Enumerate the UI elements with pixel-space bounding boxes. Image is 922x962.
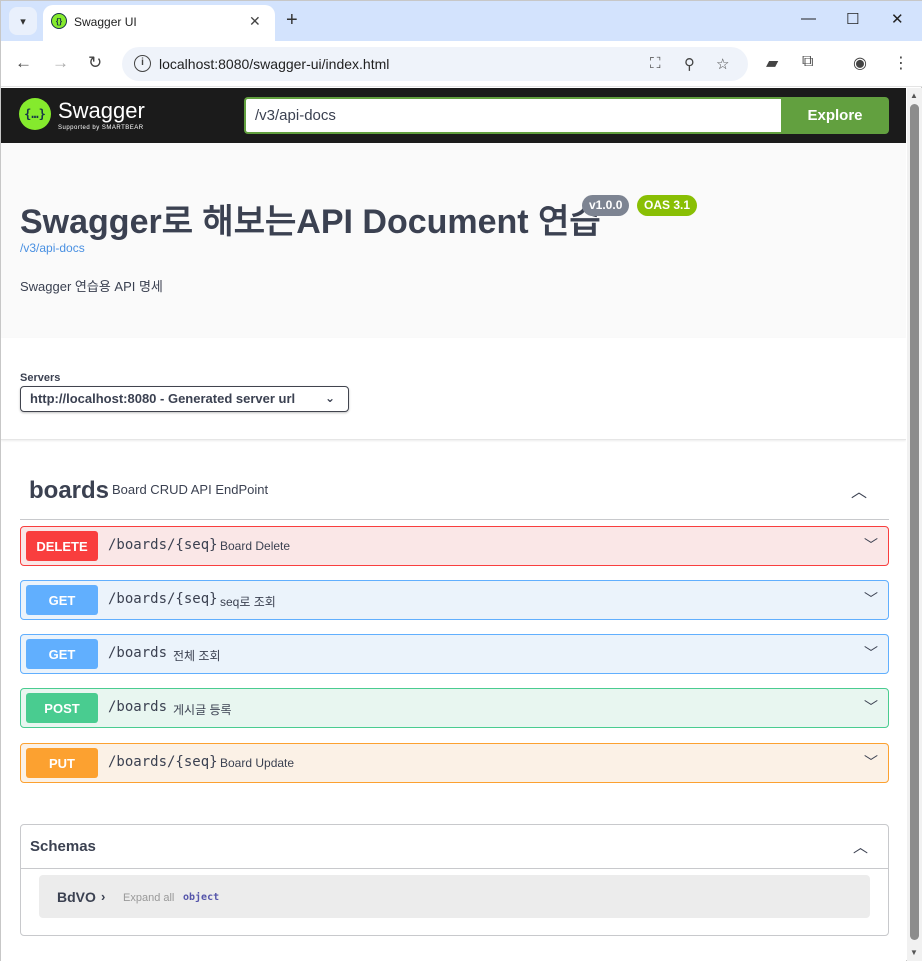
api-description: Swagger 연습용 API 명세: [20, 279, 163, 294]
profile-icon[interactable]: ◉: [853, 53, 867, 73]
servers-select[interactable]: http://localhost:8080 - Generated server…: [20, 386, 349, 412]
operation-path: /boards: [108, 645, 168, 661]
menu-kebab-icon[interactable]: ⋮: [893, 53, 909, 73]
chevron-right-icon[interactable]: ›: [101, 889, 105, 904]
schemas-section: Schemas ︿ BdVO › Expand all object: [20, 824, 889, 936]
operation-summary: Board Delete: [220, 539, 291, 553]
address-bar[interactable]: i localhost:8080/swagger-ui/index.html ⛶…: [122, 47, 748, 81]
tag-name: boards: [29, 477, 110, 504]
chevron-down-icon[interactable]: ﹀: [864, 589, 878, 609]
chevron-down-icon[interactable]: ﹀: [864, 643, 878, 663]
operation-get-boards[interactable]: GET /boards 전체 조회 ﹀: [20, 634, 889, 674]
tab-search-button[interactable]: ▾: [9, 7, 37, 35]
translate-icon[interactable]: ⛶: [650, 55, 661, 72]
browser-toolbar: ← → ↻ i localhost:8080/swagger-ui/index.…: [1, 41, 922, 87]
page-content: {…} Swagger Supported by SMARTBEAR /v3/a…: [1, 88, 906, 962]
expand-all-link[interactable]: Expand all: [123, 892, 174, 904]
explore-button[interactable]: Explore: [781, 97, 889, 134]
forward-arrow-icon[interactable]: →: [52, 53, 69, 73]
info-section: Swagger로 해보는API Document 연습 v1.0.0 OAS 3…: [1, 143, 906, 338]
back-arrow-icon[interactable]: ←: [15, 53, 32, 73]
operation-path: /boards: [108, 699, 168, 715]
reload-icon[interactable]: ↻: [88, 53, 102, 73]
operation-path: /boards/{seq}: [108, 591, 218, 607]
browser-tab[interactable]: {} Swagger UI ✕: [43, 5, 275, 41]
operation-post-boards[interactable]: POST /boards 게시글 등록 ﹀: [20, 688, 889, 728]
minimize-icon[interactable]: —: [801, 10, 816, 27]
servers-section: Servers http://localhost:8080 - Generate…: [1, 338, 906, 440]
close-window-icon[interactable]: ✕: [891, 10, 904, 28]
chevron-down-icon[interactable]: ﹀: [864, 535, 878, 555]
scroll-thumb[interactable]: [910, 104, 919, 940]
chevron-down-icon[interactable]: ﹀: [864, 752, 878, 772]
operation-get-board[interactable]: GET /boards/{seq} seq로 조회 ﹀: [20, 580, 889, 620]
scroll-up-arrow-icon[interactable]: ▲: [910, 91, 918, 100]
tag-description: Board CRUD API EndPoint: [112, 482, 269, 497]
model-type: object: [183, 892, 220, 903]
tab-title: Swagger UI: [74, 15, 137, 29]
oas-badge: OAS 3.1: [637, 195, 698, 216]
zoom-icon[interactable]: ⚲: [684, 55, 695, 73]
extension-app-icon[interactable]: ▰: [766, 53, 778, 73]
site-info-icon[interactable]: i: [134, 55, 151, 72]
logo-wordmark: Swagger: [58, 98, 145, 123]
method-badge: PUT: [26, 748, 98, 778]
model-bdvo[interactable]: BdVO › Expand all object: [39, 875, 870, 918]
operation-summary: Board Update: [220, 756, 295, 770]
scroll-down-arrow-icon[interactable]: ▼: [910, 948, 918, 957]
operation-summary: 전체 조회: [173, 649, 221, 663]
page-title: Swagger로 해보는API Document 연습: [20, 203, 601, 241]
chevron-down-icon: ⌄: [324, 391, 335, 405]
schemas-header[interactable]: Schemas ︿: [21, 825, 888, 869]
method-badge: DELETE: [26, 531, 98, 561]
method-badge: GET: [26, 585, 98, 615]
chevron-down-icon[interactable]: ﹀: [864, 697, 878, 717]
swagger-logo-icon[interactable]: {…}: [19, 98, 51, 130]
tag-section-boards: boards Board CRUD API EndPoint ︿ DELETE …: [20, 464, 889, 783]
operation-put-board[interactable]: PUT /boards/{seq} Board Update ﹀: [20, 743, 889, 783]
method-badge: POST: [26, 693, 98, 723]
operation-summary: 게시글 등록: [173, 703, 232, 717]
operation-path: /boards/{seq}: [108, 537, 218, 553]
operation-summary: seq로 조회: [220, 595, 276, 609]
chevron-up-icon[interactable]: ︿: [851, 478, 867, 502]
maximize-icon[interactable]: ☐: [846, 10, 859, 28]
operation-path: /boards/{seq}: [108, 754, 218, 770]
servers-label: Servers: [20, 372, 61, 384]
new-tab-icon[interactable]: +: [286, 9, 298, 31]
servers-selected-value: http://localhost:8080 - Generated server…: [30, 391, 296, 406]
method-badge: GET: [26, 639, 98, 669]
swagger-favicon-icon: {}: [51, 13, 67, 29]
schemas-title: Schemas: [30, 838, 96, 855]
operation-delete-board[interactable]: DELETE /boards/{seq} Board Delete ﹀: [20, 526, 889, 566]
version-badge: v1.0.0: [582, 195, 630, 216]
page-scrollbar[interactable]: ▲ ▼: [907, 88, 922, 961]
model-name[interactable]: BdVO: [57, 889, 96, 905]
swagger-topbar: {…} Swagger Supported by SMARTBEAR /v3/a…: [1, 88, 906, 143]
logo-subtitle: Supported by SMARTBEAR: [58, 125, 144, 131]
browser-window: ▾ {} Swagger UI ✕ + — ☐ ✕ ← → ↻ i localh…: [0, 0, 922, 962]
address-url[interactable]: localhost:8080/swagger-ui/index.html: [159, 56, 389, 72]
extensions-puzzle-icon[interactable]: ⧉: [802, 53, 813, 71]
title-bar: ▾ {} Swagger UI ✕ + — ☐ ✕: [1, 1, 922, 41]
bookmark-star-icon[interactable]: ☆: [716, 55, 729, 73]
tag-header[interactable]: boards Board CRUD API EndPoint ︿: [20, 464, 889, 520]
api-url-input[interactable]: /v3/api-docs: [244, 97, 782, 134]
chevron-down-icon: ▾: [20, 15, 26, 28]
tab-close-icon[interactable]: ✕: [249, 13, 261, 30]
chevron-up-icon[interactable]: ︿: [853, 836, 868, 857]
api-docs-link[interactable]: /v3/api-docs: [20, 241, 85, 255]
